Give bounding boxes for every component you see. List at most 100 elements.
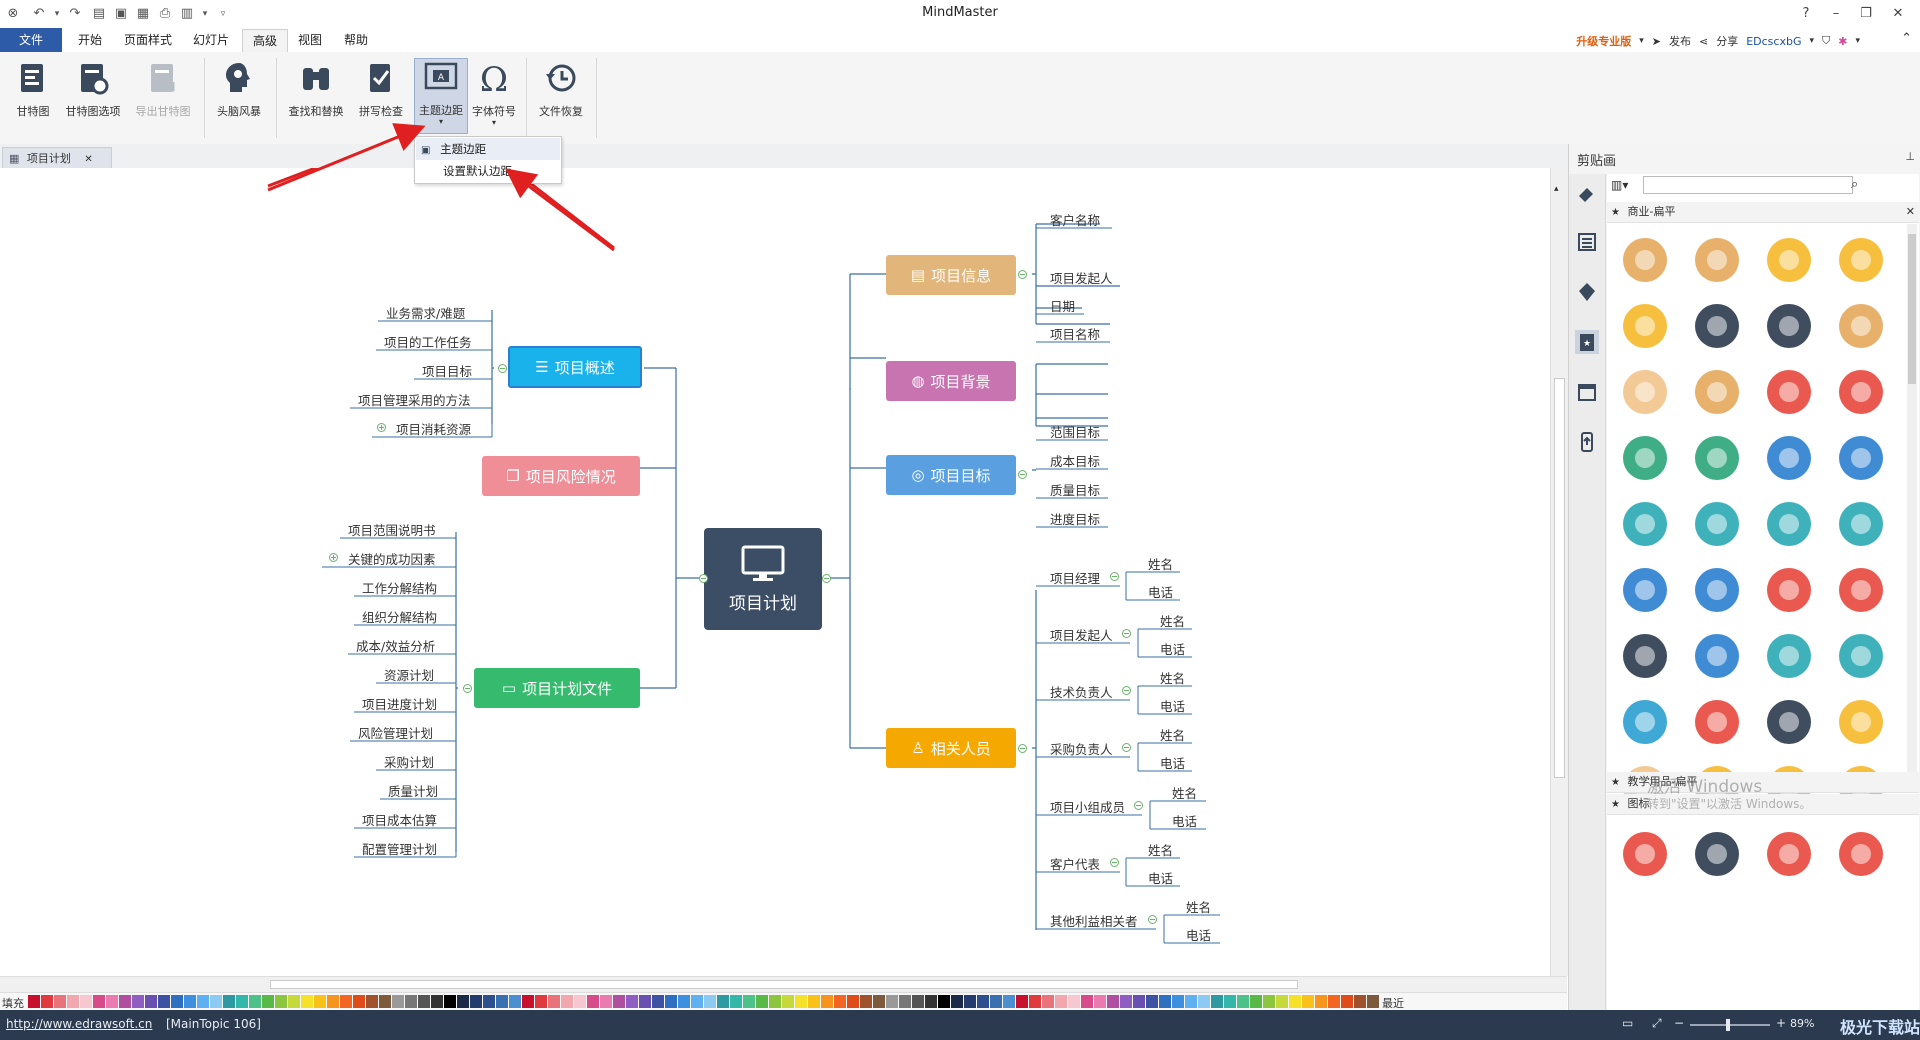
role-tech-lead[interactable]: 技术负责人 xyxy=(1050,682,1113,701)
color-swatch[interactable] xyxy=(119,995,131,1008)
leaf-methods[interactable]: 项目管理采用的方法 xyxy=(358,390,471,409)
clipart-globe-icon[interactable] xyxy=(1759,428,1819,488)
color-swatch[interactable] xyxy=(392,995,404,1008)
expand-toggle[interactable] xyxy=(329,553,338,562)
color-swatch[interactable] xyxy=(951,995,963,1008)
color-swatch[interactable] xyxy=(990,995,1002,1008)
clipart-phone-icon[interactable] xyxy=(1831,560,1891,620)
color-swatch[interactable] xyxy=(132,995,144,1008)
color-swatch[interactable] xyxy=(1289,995,1301,1008)
color-swatch[interactable] xyxy=(795,995,807,1008)
print-icon[interactable]: ⎙ xyxy=(156,5,174,23)
leaf-work-tasks[interactable]: 项目的工作任务 xyxy=(384,332,472,351)
color-swatch[interactable] xyxy=(80,995,92,1008)
color-swatch[interactable] xyxy=(28,995,40,1008)
scroll-up-icon[interactable]: ▴ xyxy=(1554,185,1565,194)
library-menu-icon[interactable]: ▥▾ xyxy=(1611,178,1628,192)
app-logo-icon[interactable]: ⊗ xyxy=(4,5,22,23)
color-swatch[interactable] xyxy=(899,995,911,1008)
color-swatch[interactable] xyxy=(522,995,534,1008)
spell-check-button[interactable]: 拼写检查 xyxy=(352,60,410,128)
redo-icon[interactable]: ↷ xyxy=(66,5,84,23)
color-swatch[interactable] xyxy=(1029,995,1041,1008)
color-swatch[interactable] xyxy=(808,995,820,1008)
color-swatch[interactable] xyxy=(106,995,118,1008)
undo-dropdown-icon[interactable]: ▾ xyxy=(48,5,66,23)
color-swatch[interactable] xyxy=(184,995,196,1008)
color-swatch[interactable] xyxy=(145,995,157,1008)
topic-plan-documents[interactable]: ▭ 项目计划文件 xyxy=(474,668,640,708)
color-swatch[interactable] xyxy=(1237,995,1249,1008)
clipart-sign-icon[interactable] xyxy=(1615,230,1675,290)
color-swatch[interactable] xyxy=(743,995,755,1008)
field-phone[interactable]: 电话 xyxy=(1160,753,1185,772)
leaf-business-need[interactable]: 业务需求/难题 xyxy=(386,303,465,322)
clipart-yen-icon[interactable] xyxy=(1615,296,1675,356)
calendar-icon[interactable] xyxy=(1575,380,1599,404)
field-name[interactable]: 姓名 xyxy=(1172,783,1197,802)
color-swatch[interactable] xyxy=(1133,995,1145,1008)
topic-margin-dropdown-icon[interactable]: ▾ xyxy=(415,118,467,126)
color-swatch[interactable] xyxy=(509,995,521,1008)
field-phone[interactable]: 电话 xyxy=(1148,582,1173,601)
color-swatch[interactable] xyxy=(470,995,482,1008)
color-swatch[interactable] xyxy=(1367,995,1379,1008)
export-gantt-button[interactable]: 导出甘特图 xyxy=(130,60,196,128)
leaf-resource-plan[interactable]: 资源计划 xyxy=(384,665,434,684)
color-swatch[interactable] xyxy=(1315,995,1327,1008)
clipart-icon[interactable]: ★ xyxy=(1575,330,1599,354)
clipart-people-icon[interactable] xyxy=(1831,692,1891,752)
menu-file[interactable]: 文件 xyxy=(0,28,62,52)
skin-icon[interactable]: ⛉ xyxy=(1822,34,1830,48)
color-swatch[interactable] xyxy=(1328,995,1340,1008)
leaf-project-name[interactable]: 项目名称 xyxy=(1050,324,1100,343)
topic-project-overview[interactable]: ☰ 项目概述 xyxy=(508,346,642,388)
color-swatch[interactable] xyxy=(1172,995,1184,1008)
menu-home[interactable]: 开始 xyxy=(70,31,110,49)
horizontal-scrollbar[interactable] xyxy=(0,976,1567,993)
upgrade-dropdown-icon[interactable]: ▾ xyxy=(1639,36,1644,46)
leaf-procurement-plan[interactable]: 采购计划 xyxy=(384,752,434,771)
leaf-quality-plan[interactable]: 质量计划 xyxy=(388,781,438,800)
mobile-icon[interactable] xyxy=(1575,430,1599,454)
close-library-icon[interactable]: ✕ xyxy=(1906,202,1915,222)
clipart-cross-icon[interactable] xyxy=(1759,362,1819,422)
color-swatch[interactable] xyxy=(1146,995,1158,1008)
role-customer-rep[interactable]: 客户代表 xyxy=(1050,854,1100,873)
clipart-head-icon[interactable] xyxy=(1759,626,1819,686)
color-swatch[interactable] xyxy=(1042,995,1054,1008)
color-swatch[interactable] xyxy=(691,995,703,1008)
open-file-icon[interactable]: ▣ xyxy=(112,5,130,23)
color-swatch[interactable] xyxy=(54,995,66,1008)
role-project-manager[interactable]: 项目经理 xyxy=(1050,568,1100,587)
collapse-toggle[interactable] xyxy=(1018,744,1027,753)
publish-button[interactable]: 发布 xyxy=(1669,33,1691,49)
gantt-options-button[interactable]: 甘特图选项 xyxy=(60,60,126,128)
color-swatch[interactable] xyxy=(301,995,313,1008)
color-swatch[interactable] xyxy=(1003,995,1015,1008)
color-swatch[interactable] xyxy=(912,995,924,1008)
color-swatch[interactable] xyxy=(704,995,716,1008)
color-swatch[interactable] xyxy=(587,995,599,1008)
color-swatch[interactable] xyxy=(1198,995,1210,1008)
color-swatch[interactable] xyxy=(938,995,950,1008)
color-swatch[interactable] xyxy=(1185,995,1197,1008)
field-name[interactable]: 姓名 xyxy=(1186,897,1211,916)
tab-project-plan[interactable]: ▦ 项目计划 ✕ xyxy=(2,147,112,169)
color-swatch[interactable] xyxy=(158,995,170,1008)
role-sponsor[interactable]: 项目发起人 xyxy=(1050,625,1113,644)
clipart-search-input[interactable] xyxy=(1643,176,1853,194)
color-swatch[interactable] xyxy=(925,995,937,1008)
font-symbol-button[interactable]: Ω 字体符号 ▾ xyxy=(468,60,520,128)
user-account[interactable]: EDcscxbG xyxy=(1746,35,1801,48)
restore-button[interactable]: ❐ xyxy=(1852,4,1880,24)
color-swatch[interactable] xyxy=(1120,995,1132,1008)
color-swatch[interactable] xyxy=(860,995,872,1008)
color-swatch[interactable] xyxy=(93,995,105,1008)
color-swatch[interactable] xyxy=(236,995,248,1008)
format-brush-icon[interactable] xyxy=(1575,180,1599,204)
collapse-toggle[interactable] xyxy=(1110,572,1119,581)
color-swatch[interactable] xyxy=(1094,995,1106,1008)
color-swatch[interactable] xyxy=(418,995,430,1008)
fit-page-icon[interactable]: ▭ xyxy=(1622,1016,1633,1030)
